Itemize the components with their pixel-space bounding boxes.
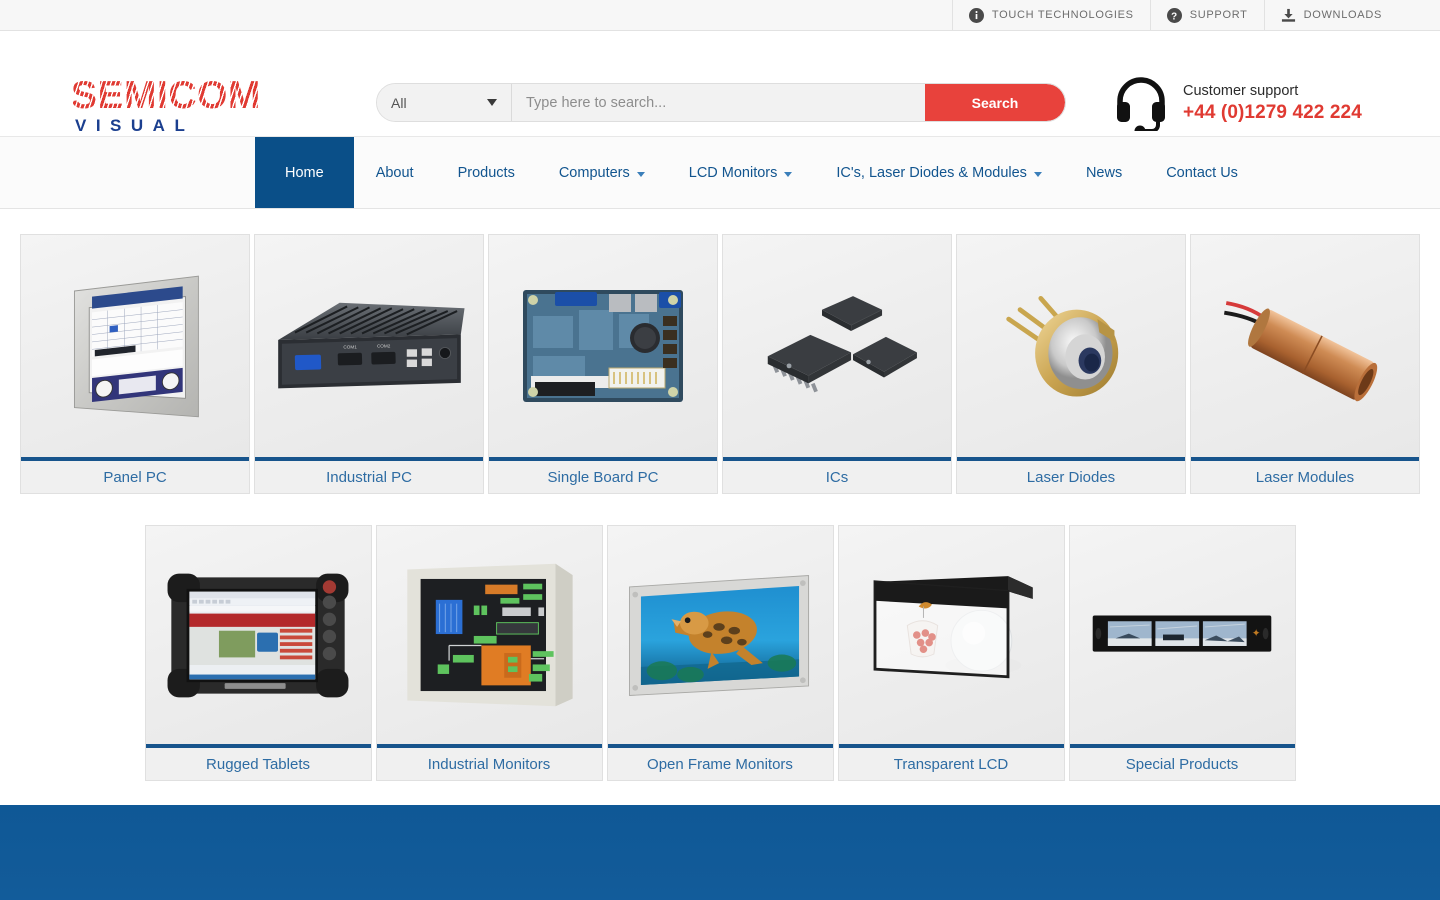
product-card-laser-modules[interactable]: Laser Modules bbox=[1190, 234, 1420, 494]
topbar-label: SUPPORT bbox=[1189, 9, 1248, 21]
topbar-label: TOUCH TECHNOLOGIES bbox=[991, 9, 1134, 21]
ics-photo bbox=[723, 235, 951, 457]
special-products-photo: ✦ bbox=[1069, 526, 1295, 744]
nav-item-contact-us[interactable]: Contact Us bbox=[1144, 137, 1260, 208]
panel-pc-photo bbox=[21, 235, 249, 457]
topbar-item-support[interactable]: ? SUPPORT bbox=[1149, 0, 1264, 30]
main-navigation: Home About Products Computers LCD Monito… bbox=[0, 137, 1440, 209]
product-card-label: Panel PC bbox=[21, 461, 249, 493]
chevron-down-icon bbox=[784, 171, 793, 177]
industrial-pc-photo: COM2 COM1 bbox=[255, 235, 483, 457]
product-card-special-products[interactable]: ✦ Special Products bbox=[1068, 525, 1296, 781]
chevron-down-icon bbox=[1033, 171, 1042, 177]
site-header: SEMICOM VISUAL All Search Customer suppo… bbox=[0, 31, 1440, 137]
support-label: Customer support bbox=[1183, 82, 1299, 99]
chevron-down-icon bbox=[636, 171, 645, 177]
product-card-panel-pc[interactable]: Panel PC bbox=[20, 234, 250, 494]
open-frame-monitor-photo bbox=[607, 526, 833, 744]
nav-label: News bbox=[1085, 164, 1123, 181]
product-card-label: Industrial PC bbox=[255, 461, 483, 493]
svg-text:COM1: COM1 bbox=[343, 344, 357, 349]
product-card-label: Industrial Monitors bbox=[376, 748, 602, 780]
nav-item-news[interactable]: News bbox=[1064, 137, 1144, 208]
product-card-industrial-pc[interactable]: COM2 COM1 Industrial PC bbox=[254, 234, 484, 494]
nav-label: Home bbox=[285, 164, 324, 181]
industrial-monitor-photo bbox=[376, 526, 602, 744]
nav-label: Contact Us bbox=[1166, 164, 1238, 181]
nav-label: Products bbox=[457, 164, 515, 181]
product-card-label: Rugged Tablets bbox=[145, 748, 371, 780]
nav-item-ics-laser-diodes-modules[interactable]: IC's, Laser Diodes & Modules bbox=[814, 137, 1064, 208]
nav-item-home[interactable]: Home bbox=[255, 137, 354, 208]
laser-diode-photo bbox=[957, 235, 1185, 457]
product-row-2: Rugged Tablets Industrial Monitors Open … bbox=[0, 525, 1440, 781]
nav-item-products[interactable]: Products bbox=[436, 137, 537, 208]
search-button[interactable]: Search bbox=[925, 84, 1065, 121]
search-category-select[interactable]: All bbox=[377, 84, 512, 121]
search-bar: All Search bbox=[376, 83, 1066, 122]
support-phone-number[interactable]: +44 (0)1279 422 224 bbox=[1183, 101, 1362, 125]
topbar-item-downloads[interactable]: DOWNLOADS bbox=[1263, 0, 1440, 30]
download-icon bbox=[1281, 8, 1296, 23]
product-card-industrial-monitors[interactable]: Industrial Monitors bbox=[375, 525, 603, 781]
question-icon: ? bbox=[1166, 7, 1182, 23]
product-card-label: Single Board PC bbox=[489, 461, 717, 493]
product-card-open-frame-monitors[interactable]: Open Frame Monitors bbox=[606, 525, 834, 781]
svg-text:?: ? bbox=[1171, 11, 1178, 22]
top-utility-bar: TOUCH TECHNOLOGIES ? SUPPORT DOWNLOADS bbox=[0, 0, 1440, 31]
nav-label: Computers bbox=[558, 164, 630, 181]
search-input[interactable] bbox=[512, 84, 925, 121]
product-card-single-board-pc[interactable]: Single Board PC bbox=[488, 234, 718, 494]
product-card-ics[interactable]: ICs bbox=[722, 234, 952, 494]
product-category-grid: Panel PC COM2 COM1 Industrial PC Single … bbox=[0, 209, 1440, 781]
logo-wordmark-visual: VISUAL bbox=[75, 116, 195, 136]
product-row-1: Panel PC COM2 COM1 Industrial PC Single … bbox=[0, 234, 1440, 494]
nav-item-about[interactable]: About bbox=[354, 137, 436, 208]
product-card-label: Laser Modules bbox=[1191, 461, 1419, 493]
info-icon bbox=[968, 7, 984, 23]
svg-text:COM2: COM2 bbox=[376, 343, 390, 348]
chevron-down-icon bbox=[487, 99, 497, 106]
product-card-label: Laser Diodes bbox=[957, 461, 1185, 493]
product-card-label: Open Frame Monitors bbox=[607, 748, 833, 780]
product-card-laser-diodes[interactable]: Laser Diodes bbox=[956, 234, 1186, 494]
rugged-tablet-photo bbox=[145, 526, 371, 744]
nav-label: About bbox=[375, 164, 414, 181]
nav-label: LCD Monitors bbox=[688, 164, 778, 181]
product-card-label: Special Products bbox=[1069, 748, 1295, 780]
topbar-label: DOWNLOADS bbox=[1303, 9, 1382, 21]
site-logo[interactable]: SEMICOM VISUAL bbox=[71, 76, 276, 136]
nav-item-lcd-monitors[interactable]: LCD Monitors bbox=[667, 137, 815, 208]
nav-label: IC's, Laser Diodes & Modules bbox=[836, 164, 1027, 181]
topbar-item-touch-technologies[interactable]: TOUCH TECHNOLOGIES bbox=[951, 0, 1150, 30]
single-board-pc-photo bbox=[489, 235, 717, 457]
product-card-label: Transparent LCD bbox=[838, 748, 1064, 780]
headset-icon bbox=[1113, 75, 1169, 137]
search-category-value: All bbox=[391, 94, 407, 111]
product-card-rugged-tablets[interactable]: Rugged Tablets bbox=[144, 525, 372, 781]
logo-wordmark-semicom: SEMICOM bbox=[71, 76, 276, 115]
hero-banner: Semicom Visual are a leading provider of… bbox=[0, 805, 1440, 900]
product-card-transparent-lcd[interactable]: Transparent LCD bbox=[837, 525, 1065, 781]
customer-support-block[interactable]: Customer support +44 (0)1279 422 224 bbox=[1113, 75, 1362, 137]
nav-item-computers[interactable]: Computers bbox=[537, 137, 667, 208]
svg-text:✦: ✦ bbox=[1252, 628, 1261, 639]
product-card-label: ICs bbox=[723, 461, 951, 493]
transparent-lcd-photo bbox=[838, 526, 1064, 744]
laser-module-photo bbox=[1191, 235, 1419, 457]
